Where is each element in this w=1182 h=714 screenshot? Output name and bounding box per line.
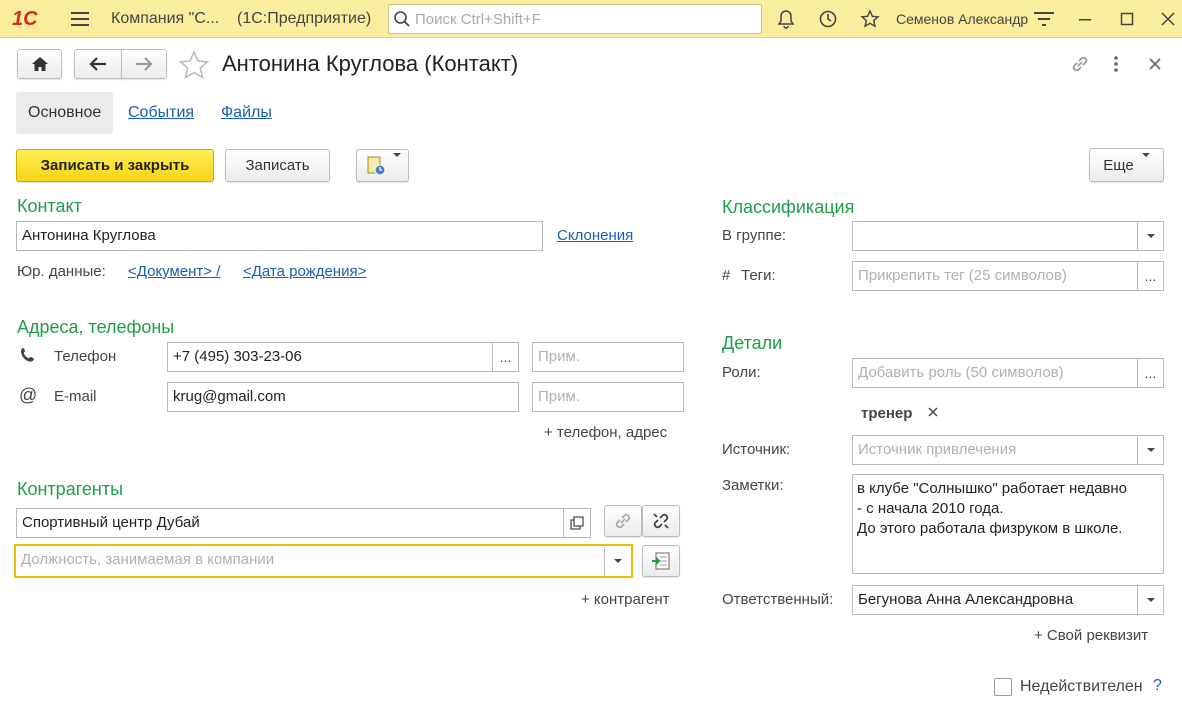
form-title: Антонина Круглова (Контакт) [222, 51, 519, 76]
search-placeholder: Поиск Ctrl+Shift+F [415, 11, 541, 28]
arrow-right-icon [136, 57, 153, 71]
document-clock-icon [367, 156, 385, 175]
contact-name-field[interactable]: Антонина Круглова [16, 221, 543, 251]
help-icon[interactable]: ? [1153, 677, 1162, 695]
chain-link-icon [615, 513, 631, 529]
save-button[interactable]: Записать [225, 149, 330, 182]
favorite-star-icon[interactable] [178, 50, 210, 84]
search-icon [394, 11, 410, 27]
maximize-icon[interactable] [1115, 7, 1139, 31]
more-vertical-icon[interactable] [1112, 55, 1120, 77]
add-to-list-icon [652, 552, 670, 570]
source-dropdown-button[interactable] [1137, 435, 1164, 465]
notifications-bell-icon[interactable] [774, 7, 798, 31]
declensions-link[interactable]: Склонения [557, 227, 633, 244]
section-contact: Контакт [17, 196, 82, 216]
section-details: Детали [722, 333, 783, 353]
more-button-label: Еще [1103, 156, 1134, 174]
phone-note-field[interactable]: Прим. [532, 342, 684, 372]
email-note-field[interactable]: Прим. [532, 382, 684, 412]
unlink-counterparty-button[interactable] [642, 505, 680, 537]
inactive-checkbox[interactable] [994, 678, 1012, 696]
notes-line: - с начала 2010 года. [857, 500, 1004, 517]
group-dropdown-button[interactable] [1137, 221, 1164, 251]
remove-role-icon[interactable] [928, 404, 938, 421]
tab-events[interactable]: События [128, 92, 194, 134]
phone-icon [20, 347, 36, 367]
roles-select-button[interactable]: ... [1137, 358, 1164, 388]
email-label: E-mail [54, 388, 97, 405]
at-icon: @ [19, 385, 38, 405]
tab-files[interactable]: Файлы [221, 92, 272, 134]
link-counterparty-button[interactable] [604, 505, 642, 537]
home-icon [31, 57, 48, 71]
notes-label: Заметки: [722, 477, 784, 494]
group-field[interactable] [852, 221, 1164, 251]
link-icon[interactable] [1069, 53, 1091, 79]
email-field[interactable]: krug@gmail.com [167, 382, 519, 412]
save-and-close-button[interactable]: Записать и закрыть [16, 149, 214, 182]
counterparty-field[interactable]: Спортивный центр Дубай [16, 508, 565, 538]
back-button[interactable] [74, 49, 122, 79]
tags-select-button[interactable]: ... [1137, 261, 1164, 291]
form-close-icon[interactable] [1149, 57, 1161, 74]
app-name: (1С:Предприятие) [237, 10, 372, 27]
notes-textarea[interactable]: в клубе "Солнышко" работает недавно - с … [852, 474, 1164, 574]
add-custom-attribute-link[interactable]: + Свой реквизит [1034, 627, 1148, 644]
position-dropdown-button[interactable] [604, 547, 631, 575]
print-menu-button[interactable] [356, 149, 409, 182]
favorites-star-icon[interactable] [858, 7, 882, 31]
window-close-icon[interactable] [1156, 7, 1180, 31]
company-name: Компания "С... [111, 10, 220, 27]
document-link[interactable]: <Документ> / [128, 263, 220, 280]
home-button[interactable] [17, 49, 62, 79]
open-counterparty-button[interactable] [563, 508, 591, 538]
tags-field[interactable]: Прикрепить тег (25 символов) [852, 261, 1139, 291]
phone-select-button[interactable]: ... [492, 342, 519, 372]
current-user[interactable]: Семенов Александр [896, 11, 1028, 27]
section-counterparties: Контрагенты [17, 479, 124, 499]
roles-field[interactable]: Добавить роль (50 символов) [852, 358, 1139, 388]
position-field[interactable]: Должность, занимаемая в компании [14, 544, 633, 578]
legal-data-label: Юр. данные: [17, 263, 106, 280]
settings-funnel-icon[interactable] [1032, 7, 1056, 31]
birthdate-link[interactable]: <Дата рождения> [243, 263, 366, 280]
broken-link-icon [653, 513, 669, 529]
phone-label: Телефон [54, 348, 117, 365]
section-addresses: Адреса, телефоны [17, 317, 175, 337]
phone-field[interactable]: +7 (495) 303-23-06 [167, 342, 494, 372]
arrow-left-icon [89, 57, 106, 71]
responsible-field[interactable]: Бегунова Анна Александровна [852, 585, 1164, 615]
inactive-label: Недействителен [1020, 678, 1143, 695]
notes-line: До этого работала физруком в школе. [857, 520, 1123, 537]
responsible-label: Ответственный: [722, 591, 834, 608]
section-classification: Классификация [722, 197, 855, 217]
app-logo[interactable]: 1С [12, 8, 38, 31]
open-window-icon [570, 516, 584, 530]
more-button[interactable]: Еще [1089, 148, 1164, 182]
minimize-icon[interactable] [1073, 7, 1097, 31]
notes-line: в клубе "Солнышко" работает недавно [857, 480, 1128, 497]
tab-main[interactable]: Основное [16, 92, 114, 134]
add-phone-address-link[interactable]: + телефон, адрес [544, 424, 667, 441]
roles-label: Роли: [722, 364, 761, 381]
global-search[interactable]: Поиск Ctrl+Shift+F [388, 4, 762, 34]
history-icon[interactable] [816, 7, 840, 31]
menu-icon[interactable] [68, 7, 92, 31]
role-tag: тренер [861, 405, 913, 422]
responsible-dropdown-button[interactable] [1137, 585, 1164, 615]
source-field[interactable]: Источник привлечения [852, 435, 1164, 465]
add-counterparty-link[interactable]: + контрагент [581, 591, 669, 608]
forward-button[interactable] [121, 49, 167, 79]
hash-icon: # [722, 267, 731, 284]
tags-label: Теги: [741, 267, 776, 284]
source-label: Источник: [722, 441, 791, 458]
group-label: В группе: [722, 227, 787, 244]
add-position-button[interactable] [642, 545, 680, 577]
